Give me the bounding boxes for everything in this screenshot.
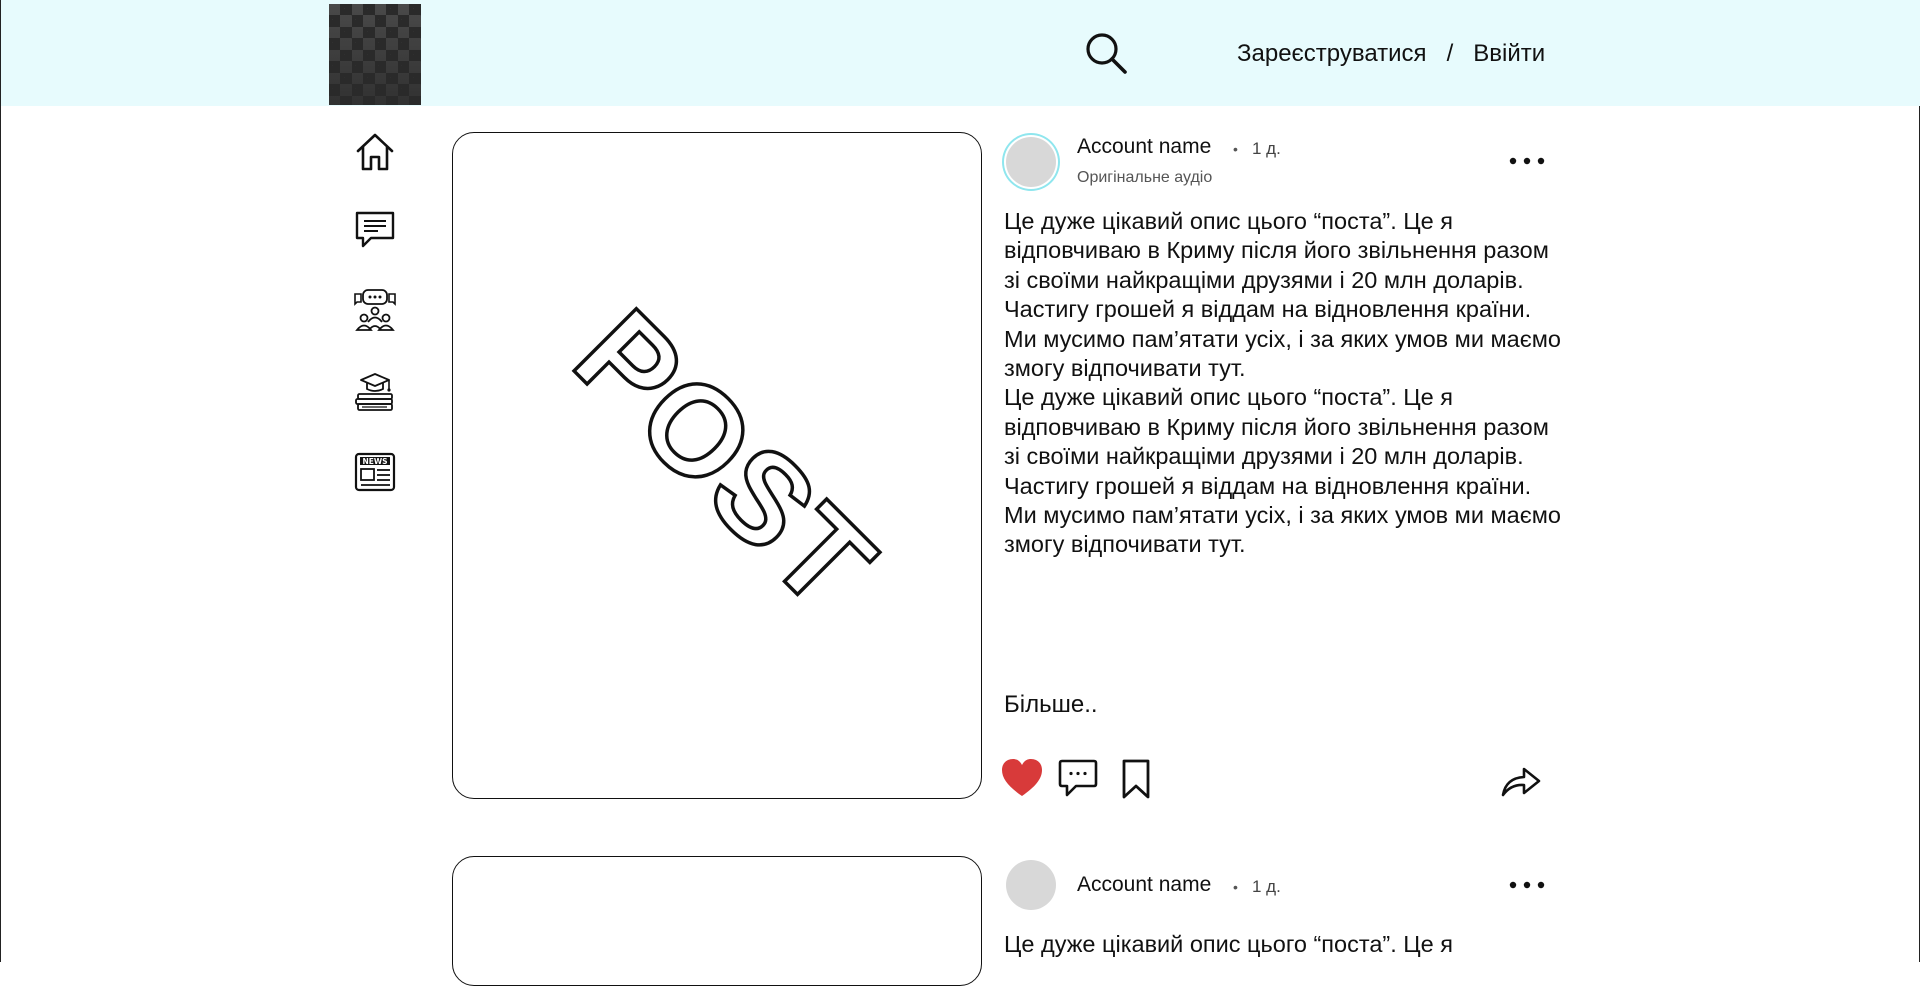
audio-label[interactable]: Оригінальне аудіо: [1077, 169, 1212, 187]
graduation-books-icon: [355, 373, 393, 411]
sidebar-item-news[interactable]: NEWS: [353, 450, 397, 494]
sidebar-item-education[interactable]: [353, 370, 397, 414]
more-options-icon[interactable]: [1509, 880, 1545, 890]
like-icon[interactable]: [1001, 758, 1043, 798]
avatar[interactable]: [1006, 137, 1056, 187]
share-icon[interactable]: [1500, 762, 1542, 798]
auth-links: Зареєструватися / Ввійти: [1237, 40, 1545, 68]
post-image[interactable]: POST: [452, 132, 982, 799]
post-time: 1 д.: [1252, 139, 1281, 158]
description-paragraph: Ми мусимо пам’ятати усіх, і за яких умов…: [1004, 502, 1561, 558]
newspaper-icon: NEWS: [354, 452, 396, 492]
description-paragraph: Частигу грошей я віддам на відновлення к…: [1004, 472, 1532, 499]
sidebar-item-communities[interactable]: [353, 288, 397, 332]
description-paragraph: Це дуже цікавий опис цього “поста”. Це я: [1004, 931, 1454, 957]
account-name[interactable]: Account name: [1077, 135, 1211, 159]
logo[interactable]: [329, 4, 421, 105]
search-icon[interactable]: [1083, 30, 1129, 76]
top-bar: Зареєструватися / Ввійти: [1, 0, 1920, 106]
comment-icon[interactable]: [1058, 758, 1098, 800]
post-description: Це дуже цікавий опис цього “поста”. Це я: [1004, 930, 1564, 959]
avatar[interactable]: [1006, 860, 1056, 910]
post-image-graphic: POST: [547, 282, 904, 639]
login-link[interactable]: Ввійти: [1473, 40, 1545, 68]
svg-text:NEWS: NEWS: [362, 457, 387, 466]
register-link[interactable]: Зареєструватися: [1237, 40, 1427, 68]
sidebar-item-messages[interactable]: [353, 208, 397, 252]
post-image[interactable]: [452, 856, 982, 986]
group-chat-icon: [354, 289, 396, 331]
show-more-link[interactable]: Більше..: [1004, 691, 1098, 719]
bookmark-icon[interactable]: [1119, 758, 1153, 800]
chat-icon: [355, 211, 395, 248]
post-image-text: POST: [548, 284, 901, 637]
separator-dot: •: [1233, 141, 1238, 157]
description-paragraph: Це дуже цікавий опис цього “поста”. Це я…: [1004, 208, 1549, 293]
post-time: 1 д.: [1252, 877, 1281, 896]
description-paragraph: Ми мусимо пам’ятати усіх, і за яких умов…: [1004, 325, 1561, 382]
more-options-icon[interactable]: [1509, 156, 1545, 166]
account-name[interactable]: Account name: [1077, 873, 1211, 897]
post-description: Це дуже цікавий опис цього “поста”. Це я…: [1004, 207, 1564, 560]
auth-separator: /: [1446, 40, 1454, 67]
home-icon: [356, 133, 394, 171]
separator-dot: •: [1233, 879, 1238, 895]
sidebar-item-home[interactable]: [353, 130, 397, 174]
description-paragraph: Частигу грошей я віддам на відновлення к…: [1004, 296, 1532, 323]
description-paragraph: Це дуже цікавий опис цього “поста”. Це я…: [1004, 384, 1549, 470]
